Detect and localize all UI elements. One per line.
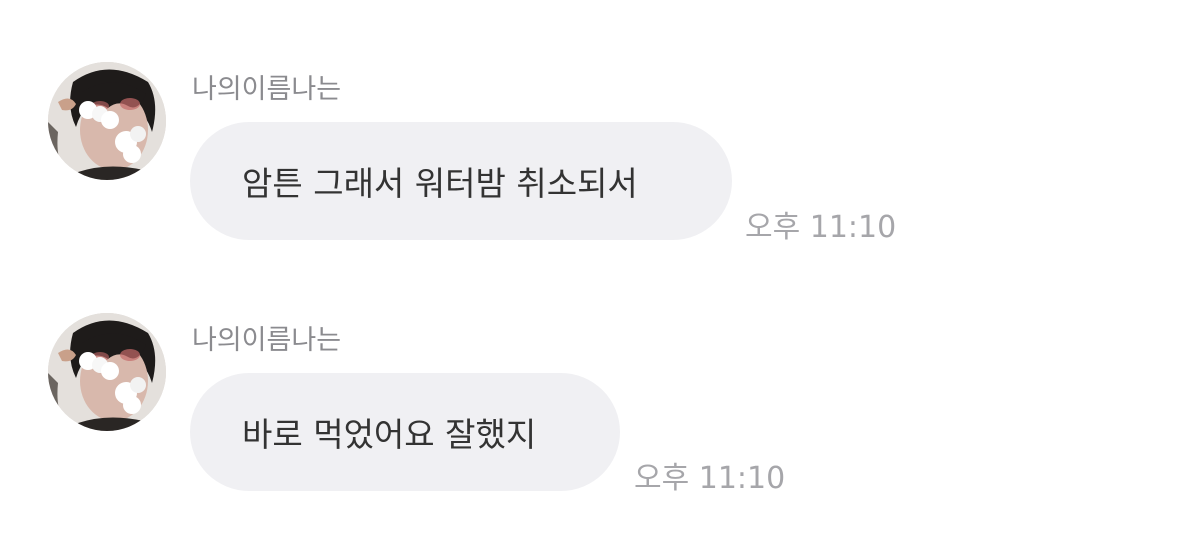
message-text: 바로 먹었어요 잘했지: [242, 415, 537, 454]
message-text: 암튼 그래서 워터밤 취소되서: [242, 164, 638, 203]
profile-photo-icon: [48, 62, 166, 180]
sender-name: 나의이름나는: [192, 325, 342, 356]
sender-name: 나의이름나는: [192, 74, 342, 105]
message-bubble[interactable]: 암튼 그래서 워터밤 취소되서: [190, 122, 732, 240]
message-timestamp: 오후 11:10: [745, 210, 897, 245]
profile-photo-icon: [48, 313, 166, 431]
avatar[interactable]: [48, 62, 166, 180]
avatar[interactable]: [48, 313, 166, 431]
message-timestamp: 오후 11:10: [634, 461, 786, 496]
message-bubble[interactable]: 바로 먹었어요 잘했지: [190, 373, 620, 491]
chat-thread: 나의이름나는 암튼 그래서 워터밤 취소되서 오후 11:10 나의이름나는 바…: [0, 0, 1200, 541]
